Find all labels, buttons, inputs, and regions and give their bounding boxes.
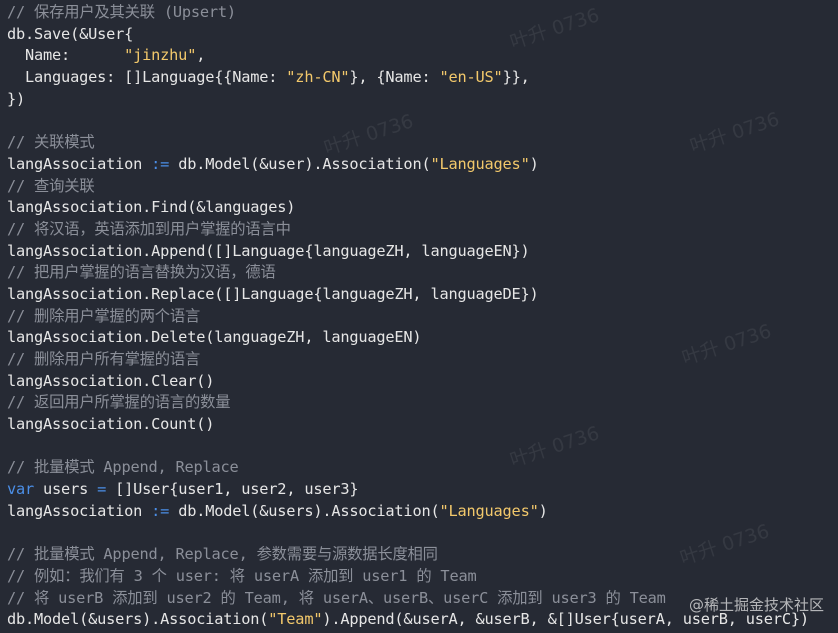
code-token-plain: Name:	[7, 46, 125, 65]
code-token-plain: users	[34, 480, 98, 499]
code-line: langAssociation.Find(&languages)	[7, 197, 838, 219]
code-token-string: "jinzhu"	[124, 46, 197, 65]
code-token-string: "Languages"	[439, 501, 539, 520]
code-token-comment: // 把用户掌握的语言替换为汉语，德语	[7, 263, 276, 282]
code-token-plain: }, {Name:	[349, 68, 440, 87]
code-token-plain: langAssociation.Append([]Language{langua…	[7, 241, 530, 260]
code-token-comment: // 保存用户及其关联 (Upsert)	[7, 3, 236, 21]
code-token-plain: Languages: []Language{{Name:	[7, 68, 287, 87]
code-line: db.Save(&User{	[7, 24, 838, 46]
code-line: // 例如：我们有 3 个 user: 将 userA 添加到 user1 的 …	[7, 566, 838, 588]
code-token-plain: )	[529, 154, 539, 173]
code-line: langAssociation.Append([]Language{langua…	[7, 241, 838, 263]
code-token-keyword: var	[7, 480, 35, 499]
code-token-op: :=	[151, 154, 170, 173]
code-token-comment: // 批量模式 Append, Replace, 参数需要与源数据长度相同	[7, 545, 438, 564]
code-token-plain: langAssociation	[7, 154, 152, 173]
code-token-op: :=	[151, 501, 170, 520]
code-line: var users = []User{user1, user2, user3}	[7, 479, 838, 501]
code-line: Languages: []Language{{Name: "zh-CN"}, {…	[7, 67, 838, 89]
code-token-comment: // 将 userB 添加到 user2 的 Team, 将 userA、use…	[7, 588, 666, 607]
code-line: Name: "jinzhu",	[7, 45, 838, 67]
code-token-plain: db.Save(&User{	[7, 24, 134, 43]
code-block: // 保存用户及其关联 (Upsert) db.Save(&User{ Name:…	[7, 2, 838, 631]
code-token-plain: }},	[502, 68, 530, 87]
code-line: // 把用户掌握的语言替换为汉语，德语	[7, 262, 838, 284]
code-line: langAssociation.Clear()	[7, 371, 838, 393]
code-token-comment: // 例如：我们有 3 个 user: 将 userA 添加到 user1 的 …	[7, 566, 477, 585]
code-token-plain: []User{user1, user2, user3}	[106, 480, 359, 499]
code-line: // 批量模式 Append, Replace, 参数需要与源数据长度相同	[7, 544, 838, 566]
code-line: langAssociation.Count()	[7, 414, 838, 436]
code-line: langAssociation := db.Model(&user).Assoc…	[7, 154, 838, 176]
code-line: langAssociation.Delete(languageZH, langu…	[7, 327, 838, 349]
code-token-comment: // 返回用户所掌握的语言的数量	[7, 393, 231, 412]
code-line: // 返回用户所掌握的语言的数量	[7, 392, 838, 414]
code-token-comment: // 删除用户所有掌握的语言	[7, 350, 201, 368]
code-line: // 删除用户掌握的两个语言	[7, 306, 838, 328]
code-token-plain: langAssociation.Delete(languageZH, langu…	[7, 328, 422, 347]
code-line: // 保存用户及其关联 (Upsert)	[7, 2, 838, 24]
code-token-plain: db.Model(&users).Association(	[7, 610, 269, 629]
code-token-plain: )	[538, 501, 548, 520]
code-editor: // 保存用户及其关联 (Upsert) db.Save(&User{ Name:…	[0, 0, 838, 633]
code-token-comment: // 关联模式	[7, 133, 95, 152]
code-token-op: =	[97, 480, 107, 499]
code-line: // 批量模式 Append, Replace	[7, 457, 838, 479]
code-line: // 关联模式	[7, 132, 838, 154]
code-line: langAssociation.Replace([]Language{langu…	[7, 284, 838, 306]
code-token-comment: // 将汉语，英语添加到用户掌握的语言中	[7, 219, 291, 238]
code-token-string: "Team"	[268, 610, 323, 629]
code-token-plain: ,	[196, 46, 206, 65]
code-line: // 查询关联	[7, 176, 838, 198]
code-token-plain: db.Model(&users).Association(	[169, 501, 440, 520]
code-token-comment: // 删除用户掌握的两个语言	[7, 306, 201, 325]
code-token-comment: // 批量模式 Append, Replace	[7, 458, 239, 477]
code-line: })	[7, 89, 838, 111]
code-token-plain: langAssociation	[7, 501, 152, 520]
code-token-plain: langAssociation.Clear()	[7, 371, 215, 390]
code-line: langAssociation := db.Model(&users).Asso…	[7, 501, 838, 523]
code-token-plain: })	[7, 89, 26, 108]
code-token-string: "en-US"	[439, 68, 503, 87]
code-token-comment: // 查询关联	[7, 176, 95, 195]
code-line: // 删除用户所有掌握的语言	[7, 349, 838, 371]
code-token-plain: langAssociation.Find(&languages)	[7, 198, 296, 217]
code-token-plain: langAssociation.Count()	[7, 415, 215, 434]
code-line: // 将汉语，英语添加到用户掌握的语言中	[7, 219, 838, 241]
code-token-plain: langAssociation.Replace([]Language{langu…	[7, 284, 539, 303]
source-credit: @稀土掘金技术社区	[688, 596, 824, 614]
code-token-string: "Languages"	[430, 154, 530, 173]
code-token-string: "zh-CN"	[286, 68, 350, 87]
code-token-plain: db.Model(&user).Association(	[169, 154, 431, 173]
